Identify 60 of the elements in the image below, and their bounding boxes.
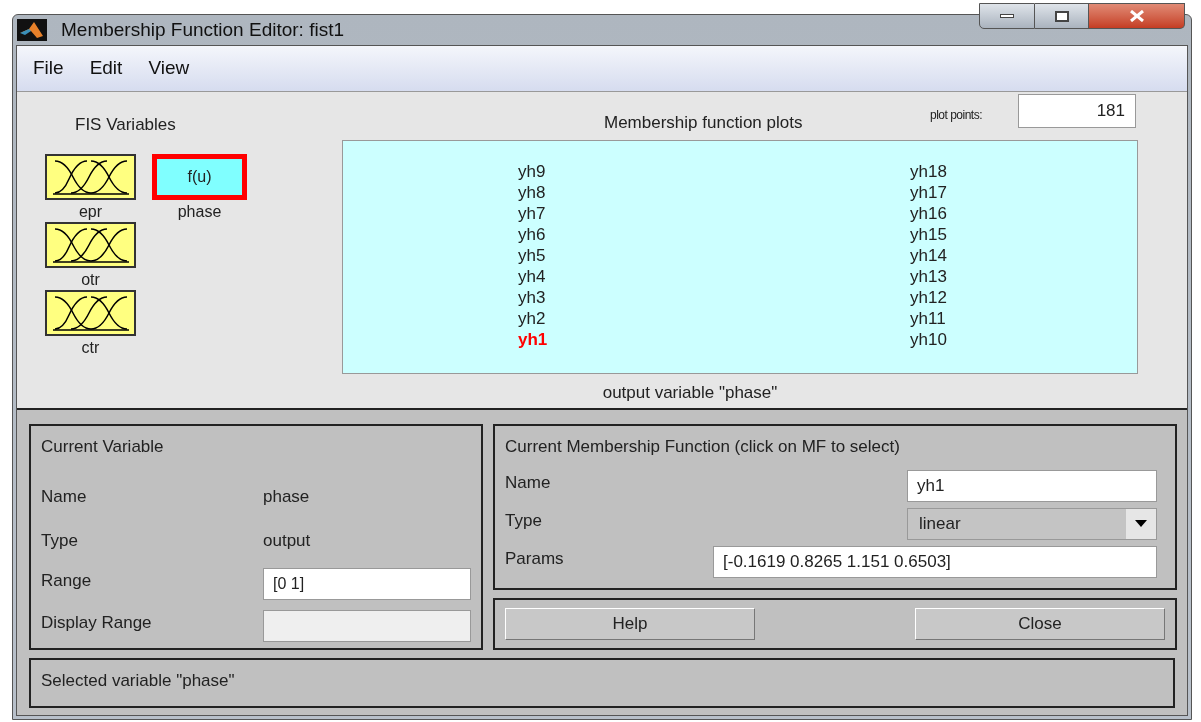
field-label: Name	[41, 485, 88, 504]
mf-label[interactable]: yh3	[518, 287, 910, 308]
variable-type: output	[263, 529, 311, 548]
variable-label: epr	[78, 201, 103, 222]
mf-label[interactable]: yh1	[518, 329, 910, 350]
maximize-button[interactable]	[1035, 3, 1089, 29]
output-variable-button[interactable]: f(u)	[152, 153, 247, 200]
display-range-field[interactable]	[263, 609, 471, 642]
mf-label[interactable]: yh17	[910, 182, 947, 203]
mf-label[interactable]: yh11	[910, 308, 947, 329]
dialog-button[interactable]: Close	[915, 608, 1165, 640]
mf-label[interactable]: yh2	[518, 308, 910, 329]
range-field[interactable]: [0 1]	[263, 567, 471, 600]
field-label: Type	[41, 529, 79, 548]
field-label: Display Range	[41, 611, 153, 634]
mf-label[interactable]: yh15	[910, 224, 947, 245]
menu-item[interactable]: Edit	[89, 54, 123, 83]
plot-title: Membership function plots	[604, 112, 803, 134]
field-label: Name	[505, 471, 552, 494]
dialog-button[interactable]: Help	[505, 608, 755, 640]
menu-item[interactable]: View	[148, 54, 190, 83]
panel-title: Current Membership Function (click on MF to select)	[505, 436, 901, 458]
input-variable-button[interactable]	[45, 289, 136, 336]
plot-caption: output variable "phase"	[601, 382, 779, 404]
mf-label[interactable]: yh8	[518, 182, 910, 203]
plot-points-field[interactable]: 181	[1018, 94, 1136, 128]
variable-label: otr	[81, 269, 100, 290]
mf-label[interactable]: yh7	[518, 203, 910, 224]
mf-label[interactable]: yh16	[910, 203, 947, 224]
mf-label[interactable]: yh10	[910, 329, 947, 350]
minimize-button[interactable]	[979, 3, 1035, 29]
close-icon	[1128, 10, 1145, 22]
panel-title: Current Variable	[41, 436, 165, 458]
mf-label[interactable]: yh18	[910, 161, 947, 182]
input-variable-button[interactable]	[45, 153, 136, 200]
input-variable-button[interactable]	[45, 221, 136, 268]
caret-down-icon	[1135, 520, 1147, 527]
variable-label: ctr	[81, 337, 100, 358]
mf-label[interactable]: yh4	[518, 266, 910, 287]
field-label: Range	[41, 569, 93, 592]
field-label: Type	[505, 509, 543, 532]
mf-label[interactable]: yh13	[910, 266, 947, 287]
close-window-button[interactable]	[1089, 3, 1185, 29]
params-field[interactable]: [-0.1619 0.8265 1.151 0.6503]	[713, 545, 1157, 578]
app-logo-icon	[17, 19, 47, 41]
field-label: plot points:	[930, 107, 983, 124]
section-title: FIS Variables	[75, 114, 177, 136]
window-title: Membership Function Editor: fist1	[61, 17, 344, 42]
mf-label[interactable]: yh12	[910, 287, 947, 308]
field-label: Params	[505, 547, 565, 570]
mf-label[interactable]: yh6	[518, 224, 910, 245]
mf-label[interactable]: yh9	[518, 161, 910, 182]
mf-name-field[interactable]: yh1	[907, 469, 1157, 502]
menu-item[interactable]: File	[33, 54, 64, 83]
mf-label[interactable]: yh14	[910, 245, 947, 266]
status-message: Selected variable "phase"	[41, 671, 235, 690]
variable-label: phase	[177, 201, 222, 222]
variable-name: phase	[263, 485, 310, 504]
mf-type-dropdown[interactable]: linear	[907, 507, 1157, 540]
mf-label[interactable]: yh5	[518, 245, 910, 266]
